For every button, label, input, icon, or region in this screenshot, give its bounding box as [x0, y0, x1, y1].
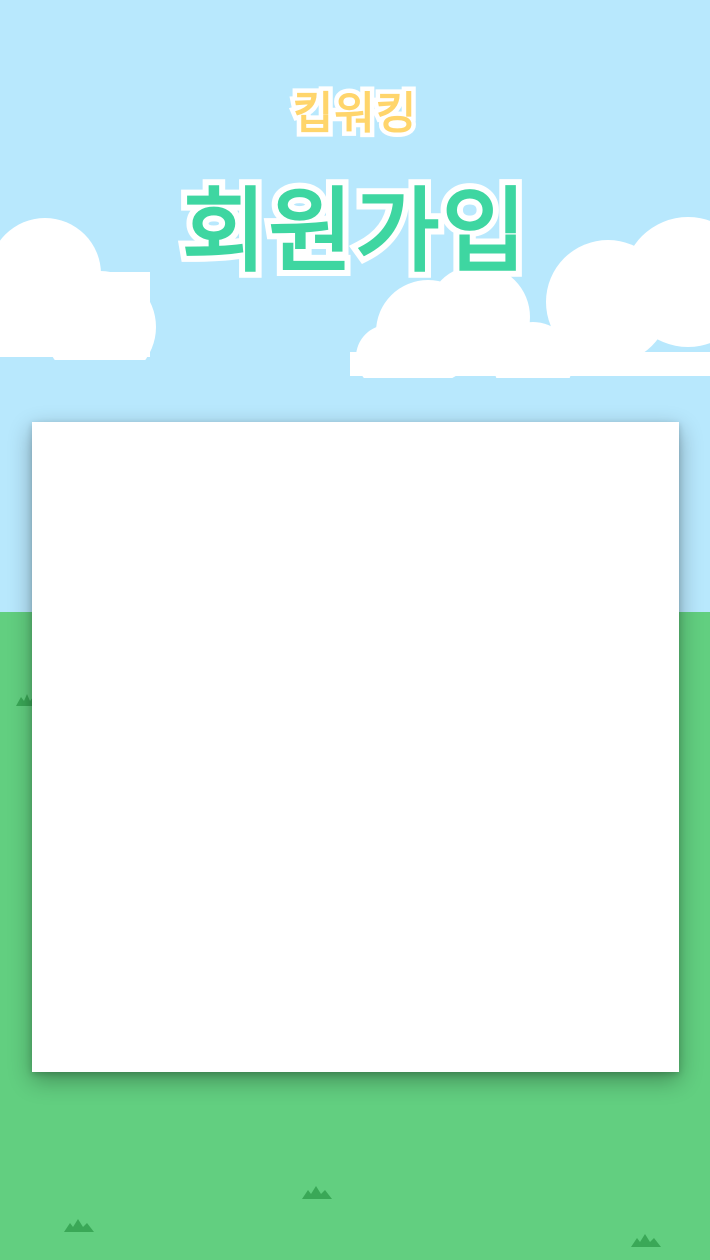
page-title: 회원가입 — [176, 178, 533, 285]
brand-title: 킵워킹 — [288, 87, 420, 140]
grass-tuft-icon — [64, 1219, 94, 1232]
grass-tuft-icon — [631, 1234, 661, 1247]
grass-tuft-icon — [302, 1186, 332, 1199]
signup-form-card — [32, 422, 679, 1072]
signup-screen: 킵워킹 회원가입 — [0, 0, 710, 1260]
